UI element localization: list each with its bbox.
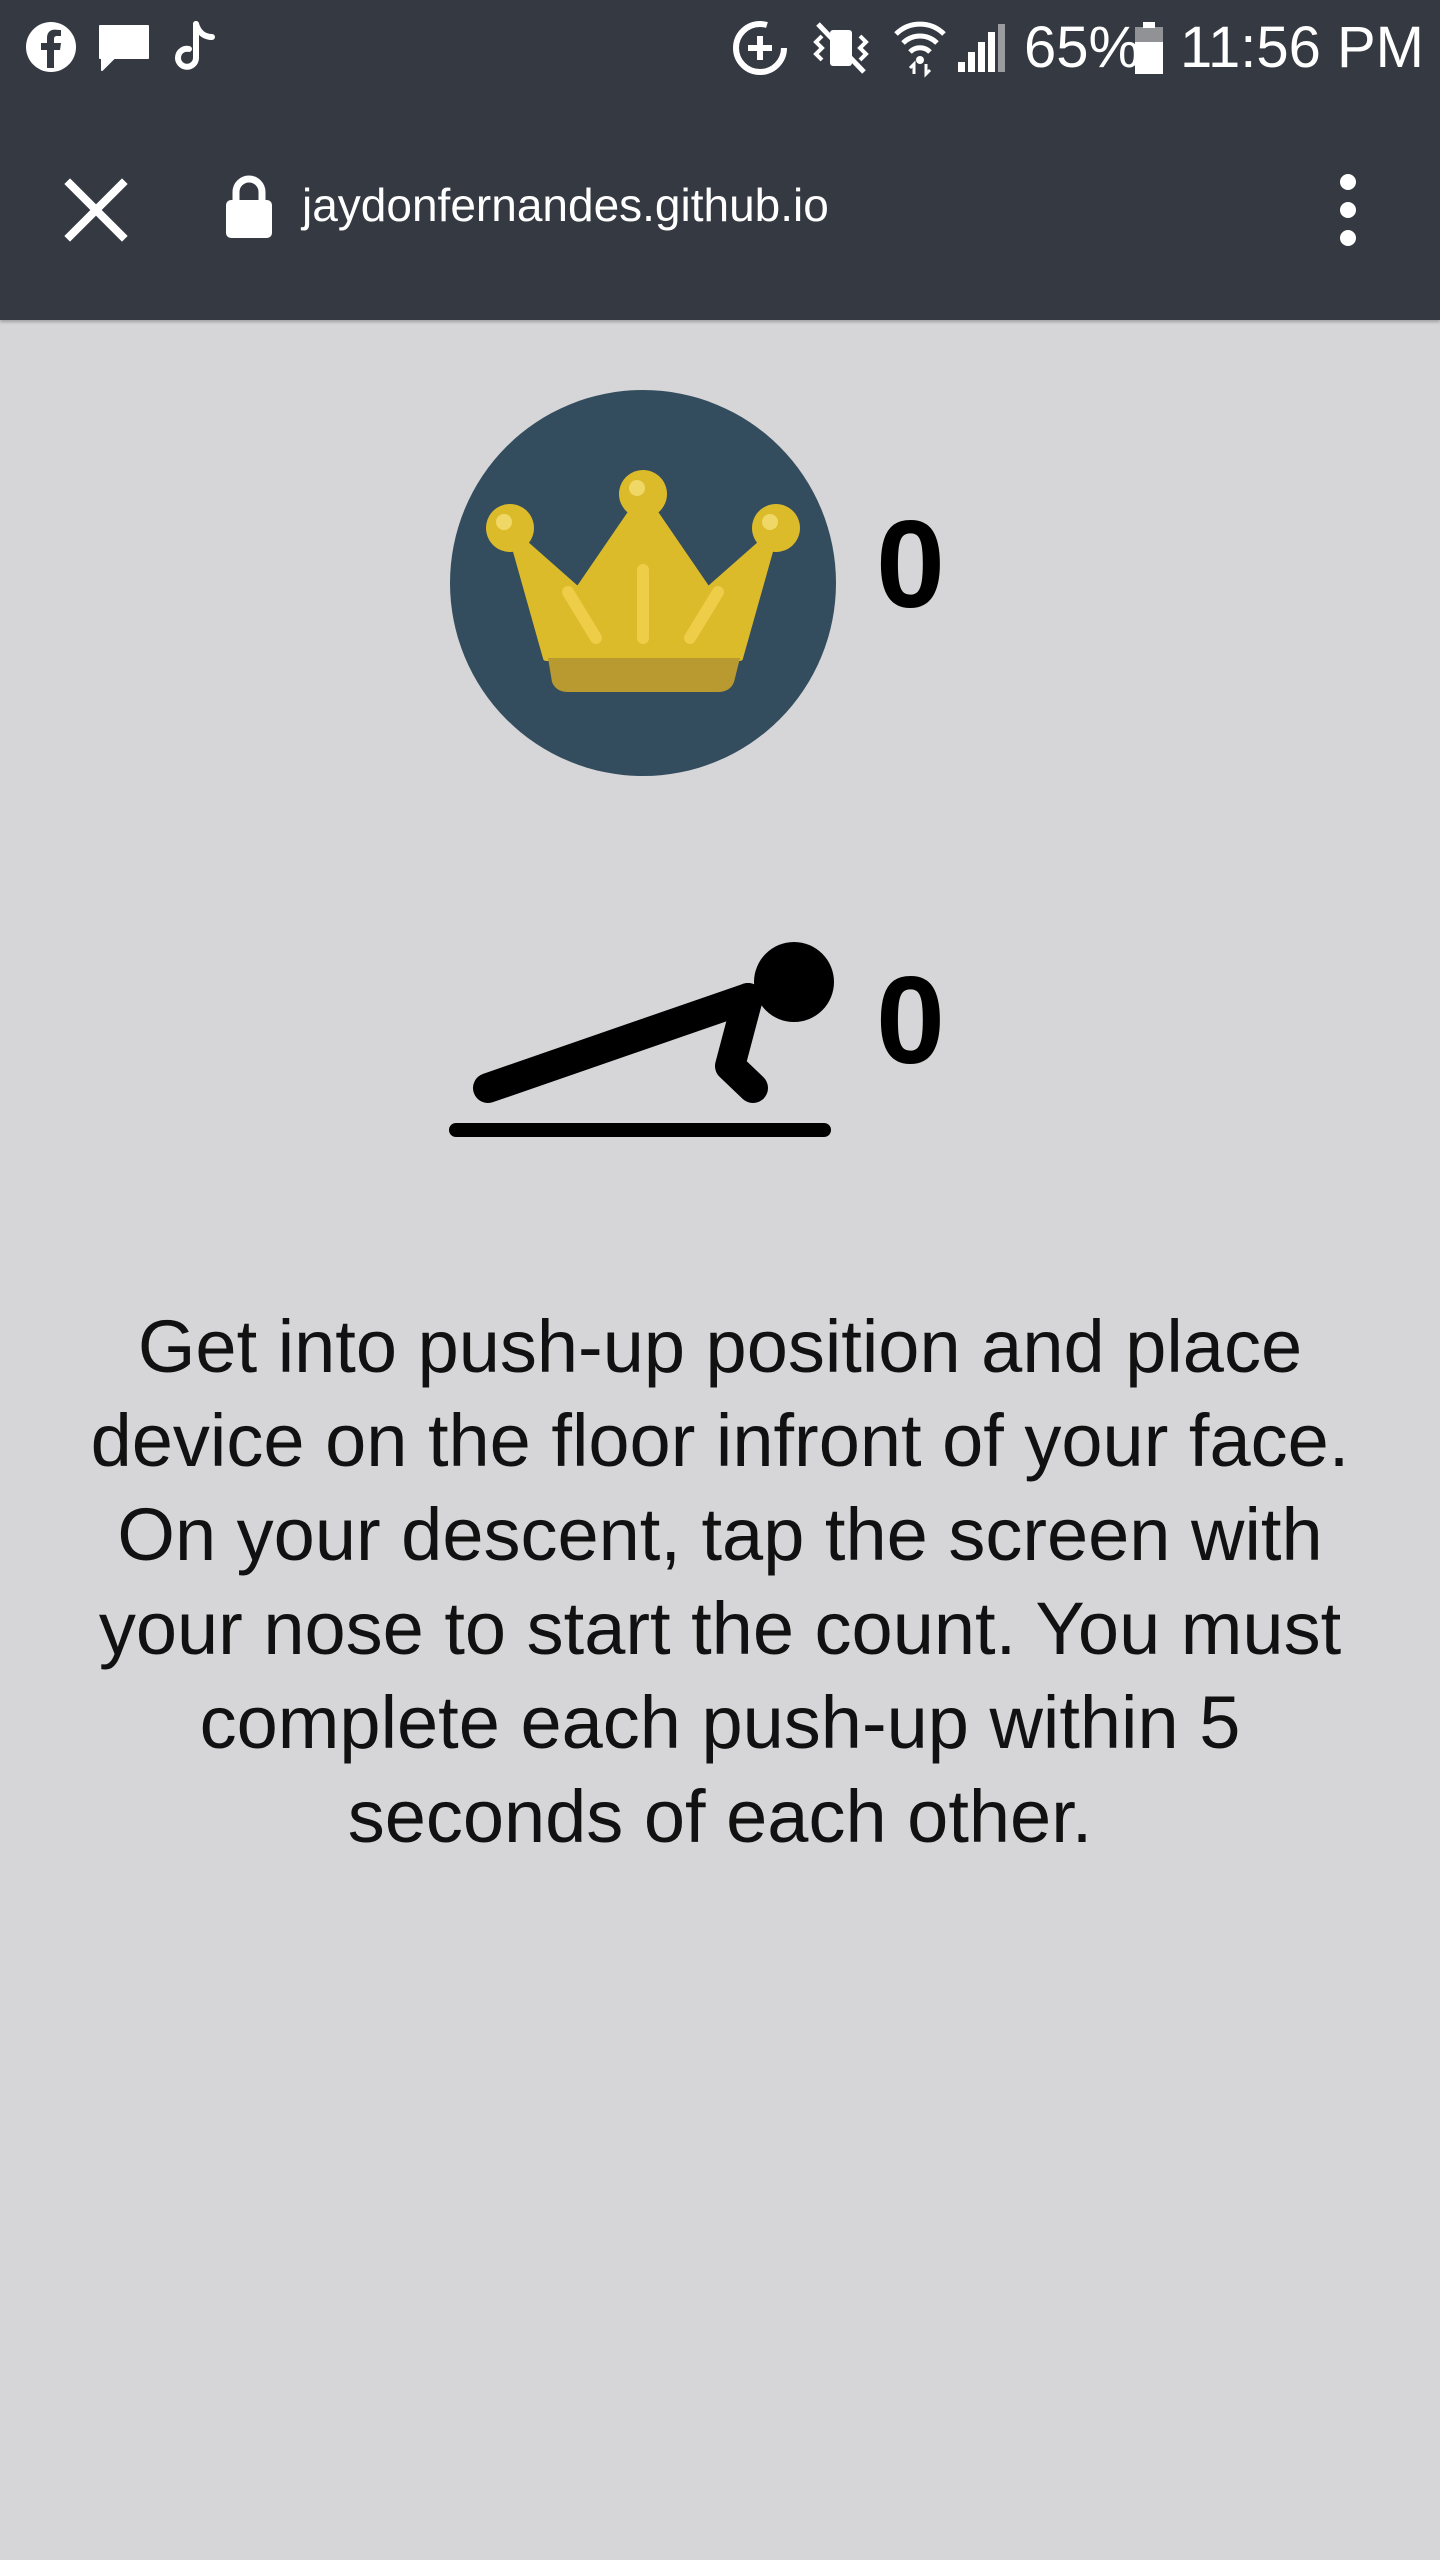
browser-toolbar: jaydonfernandes.github.io	[0, 96, 1440, 320]
battery-percent: 65%	[1024, 15, 1141, 80]
tiktok-icon	[175, 21, 215, 70]
clock: 11:56 PM	[1180, 15, 1424, 80]
instructions-text: Get into push-up position and place devi…	[90, 1305, 1350, 1858]
wifi-icon	[894, 21, 946, 78]
message-icon	[99, 25, 149, 71]
more-vert-icon[interactable]	[1330, 170, 1366, 250]
data-saver-icon	[733, 21, 787, 75]
signal-icon	[958, 24, 1005, 72]
pushup-count: 0	[876, 952, 945, 1090]
vibrate-icon	[813, 22, 869, 74]
close-icon[interactable]	[58, 172, 134, 248]
high-score: 0	[876, 496, 945, 634]
lock-icon	[226, 175, 272, 238]
url-text[interactable]: jaydonfernandes.github.io	[302, 178, 829, 232]
top-bar: 65% 11:56 PM jaydonfernandes.github.io	[0, 0, 1440, 320]
battery-icon	[1135, 22, 1163, 74]
facebook-icon	[26, 22, 76, 72]
status-bar: 65% 11:56 PM	[0, 0, 1440, 96]
pushup-icon	[449, 942, 834, 1137]
crown-icon	[450, 390, 836, 776]
